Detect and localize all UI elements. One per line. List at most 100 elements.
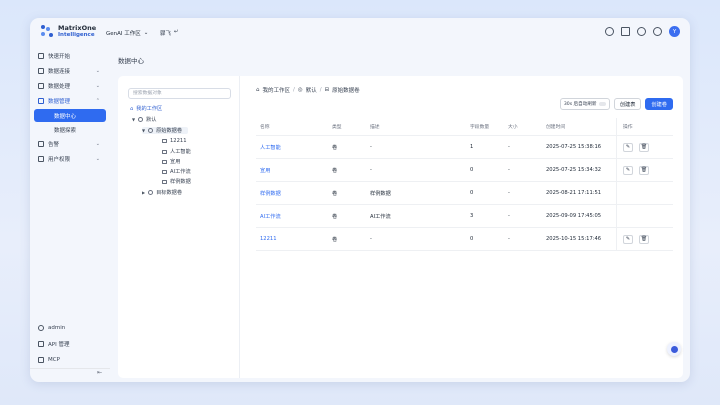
collapse-sidebar-button[interactable]: ⇤ bbox=[30, 368, 110, 382]
folder-icon bbox=[162, 149, 167, 154]
row-ops: ✎ 🗑 bbox=[616, 136, 673, 158]
volume-icon bbox=[148, 128, 154, 133]
sidebar-item-mcp[interactable]: MCP bbox=[30, 352, 106, 367]
row-time: 2025-07-25 15:38:16 bbox=[546, 144, 602, 150]
logo[interactable]: MatrixOne Intelligence bbox=[41, 25, 96, 38]
sidebar-item-label: 数据管理 bbox=[48, 99, 71, 105]
connect-icon bbox=[38, 68, 44, 74]
key-icon bbox=[38, 340, 44, 347]
row-desc: - bbox=[370, 236, 372, 242]
sidebar-bottom: admin API 管理 MCP ⇤ bbox=[30, 319, 110, 382]
bell-icon bbox=[38, 141, 44, 147]
sidebar-item-alerts[interactable]: 告警 ⌄ bbox=[30, 137, 106, 151]
row-time: 2025-08-21 17:11:51 bbox=[546, 190, 602, 196]
folder-icon bbox=[162, 179, 167, 184]
row-name-link[interactable]: 人工智能 bbox=[256, 144, 332, 151]
sidebar-item-data-manage[interactable]: 数据管理 ⌃ bbox=[30, 94, 106, 108]
avatar[interactable]: Y bbox=[669, 26, 680, 37]
edit-icon[interactable]: ✎ bbox=[623, 234, 633, 244]
top-breadcrumb[interactable]: 骤飞 ↵ bbox=[160, 29, 179, 37]
auto-refresh-toggle[interactable]: 30s 后自动刷新 bbox=[559, 98, 610, 110]
trash-icon[interactable]: 🗑 bbox=[639, 234, 649, 244]
assistant-float-button[interactable] bbox=[667, 342, 681, 356]
top-bar: MatrixOne Intelligence GenAI 工作区 ⌄ 骤飞 ↵ … bbox=[30, 18, 690, 48]
row-fields: 0 bbox=[470, 190, 474, 196]
table-row: 人工智能 卷 - 1 - 2025-07-25 15:38:16 ✎ 🗑 bbox=[256, 136, 673, 159]
logo-line1: MatrixOne bbox=[58, 24, 97, 32]
breadcrumb-item[interactable]: 我的工作区 bbox=[263, 86, 291, 94]
breadcrumb-item[interactable]: 默认 bbox=[306, 86, 317, 94]
sidebar-item-label: 告警 bbox=[48, 142, 60, 148]
workspace-select[interactable]: GenAI 工作区 ⌄ bbox=[106, 29, 148, 37]
sidebar-item-permissions[interactable]: 用户权限 ⌄ bbox=[30, 152, 106, 166]
toolbar: 30s 后自动刷新 创建表 创建卷 bbox=[559, 98, 673, 110]
settings-icon[interactable] bbox=[653, 27, 662, 36]
workspace-label: GenAI 工作区 bbox=[106, 31, 141, 37]
tree-node-folder[interactable]: AI工作流 bbox=[162, 168, 191, 175]
edit-icon[interactable]: ✎ bbox=[623, 142, 633, 152]
row-size: - bbox=[508, 167, 510, 173]
create-table-button[interactable]: 创建表 bbox=[613, 98, 642, 110]
row-name-link[interactable]: 样例数据 bbox=[256, 190, 332, 197]
sidebar-item-data-process[interactable]: 数据处理 ⌄ bbox=[30, 79, 106, 93]
tree-node-folder[interactable]: 宣用 bbox=[162, 158, 180, 165]
sidebar-item-admin[interactable]: admin bbox=[30, 320, 106, 335]
caret-right-icon: ▶ bbox=[142, 190, 146, 195]
folder-icon bbox=[162, 159, 167, 164]
row-type: 卷 bbox=[332, 236, 338, 243]
row-size: - bbox=[508, 144, 510, 150]
volume-icon bbox=[148, 190, 154, 195]
sidebar-item-data-explore[interactable]: 数据探索 bbox=[34, 123, 106, 136]
row-name-link[interactable]: 12211 bbox=[256, 236, 332, 242]
chevron-up-icon: ⌃ bbox=[95, 98, 100, 104]
tree-node-root[interactable]: ⌂ 我的工作区 bbox=[130, 105, 162, 113]
row-name-link[interactable]: AI工作流 bbox=[256, 213, 332, 220]
caret-down-icon: ▼ bbox=[132, 117, 136, 122]
headset-icon[interactable] bbox=[605, 27, 614, 36]
app-window: MatrixOne Intelligence GenAI 工作区 ⌄ 骤飞 ↵ … bbox=[30, 18, 690, 382]
sidebar-item-api[interactable]: API 管理 bbox=[30, 336, 106, 351]
tree-node-folder[interactable]: 样例数据 bbox=[162, 178, 191, 185]
sidebar-item-quick-start[interactable]: 快速开始 bbox=[30, 49, 106, 63]
sidebar-item-data-connect[interactable]: 数据连接 ⌄ bbox=[30, 64, 106, 78]
row-type: 卷 bbox=[332, 190, 338, 197]
chevron-down-icon: ⌄ bbox=[143, 30, 149, 36]
breadcrumb-item: 原始数据卷 bbox=[332, 88, 360, 94]
chevron-down-icon: ⌄ bbox=[95, 156, 100, 162]
edit-icon[interactable]: ✎ bbox=[623, 165, 633, 175]
row-time: 2025-10-15 15:17:46 bbox=[546, 236, 602, 242]
table-row: 12211 卷 - 0 - 2025-10-15 15:17:46 ✎ 🗑 bbox=[256, 228, 673, 251]
tree-node-default[interactable]: ▼ 默认 bbox=[132, 116, 156, 123]
home-icon: ⌂ bbox=[130, 105, 134, 112]
trash-icon[interactable]: 🗑 bbox=[639, 165, 649, 175]
col-header-size: 大小 bbox=[508, 125, 518, 130]
feedback-icon[interactable] bbox=[637, 27, 646, 36]
col-header-ops: 操作 bbox=[616, 118, 673, 135]
folder-icon bbox=[162, 169, 167, 174]
toggle-switch[interactable] bbox=[598, 102, 606, 106]
trash-icon[interactable]: 🗑 bbox=[639, 142, 649, 152]
database-icon bbox=[38, 98, 44, 104]
tree-node-raw-volume[interactable]: ▼ 原始数据卷 bbox=[142, 127, 189, 134]
sidebar-item-label: 数据探索 bbox=[54, 127, 77, 134]
row-fields: 3 bbox=[470, 213, 474, 219]
row-name-link[interactable]: 宣用 bbox=[256, 167, 332, 174]
sidebar-item-label: admin bbox=[48, 324, 66, 331]
book-icon[interactable] bbox=[621, 27, 630, 36]
sidebar-item-label: API 管理 bbox=[48, 341, 70, 348]
rocket-icon bbox=[38, 53, 44, 59]
caret-down-icon: ▼ bbox=[142, 128, 146, 133]
sidebar-item-label: 快速开始 bbox=[48, 54, 71, 60]
tree-node-folder[interactable]: 人工智能 bbox=[162, 148, 191, 155]
row-ops bbox=[616, 182, 673, 204]
row-time: 2025-09-09 17:45:05 bbox=[546, 213, 602, 219]
logo-icon bbox=[41, 25, 54, 38]
volume-icon: ⊟ bbox=[324, 87, 330, 93]
tree-search-input[interactable]: 搜索数据对象 bbox=[128, 88, 231, 99]
tree-node-target-volume[interactable]: ▶ 目标数据卷 bbox=[142, 189, 182, 196]
sidebar-item-data-center[interactable]: 数据中心 bbox=[34, 109, 106, 122]
tree-node-folder[interactable]: 12211 bbox=[162, 138, 187, 144]
create-volume-button[interactable]: 创建卷 bbox=[645, 98, 673, 110]
sidebar-item-label: MCP bbox=[48, 356, 60, 363]
row-type: 卷 bbox=[332, 167, 338, 174]
